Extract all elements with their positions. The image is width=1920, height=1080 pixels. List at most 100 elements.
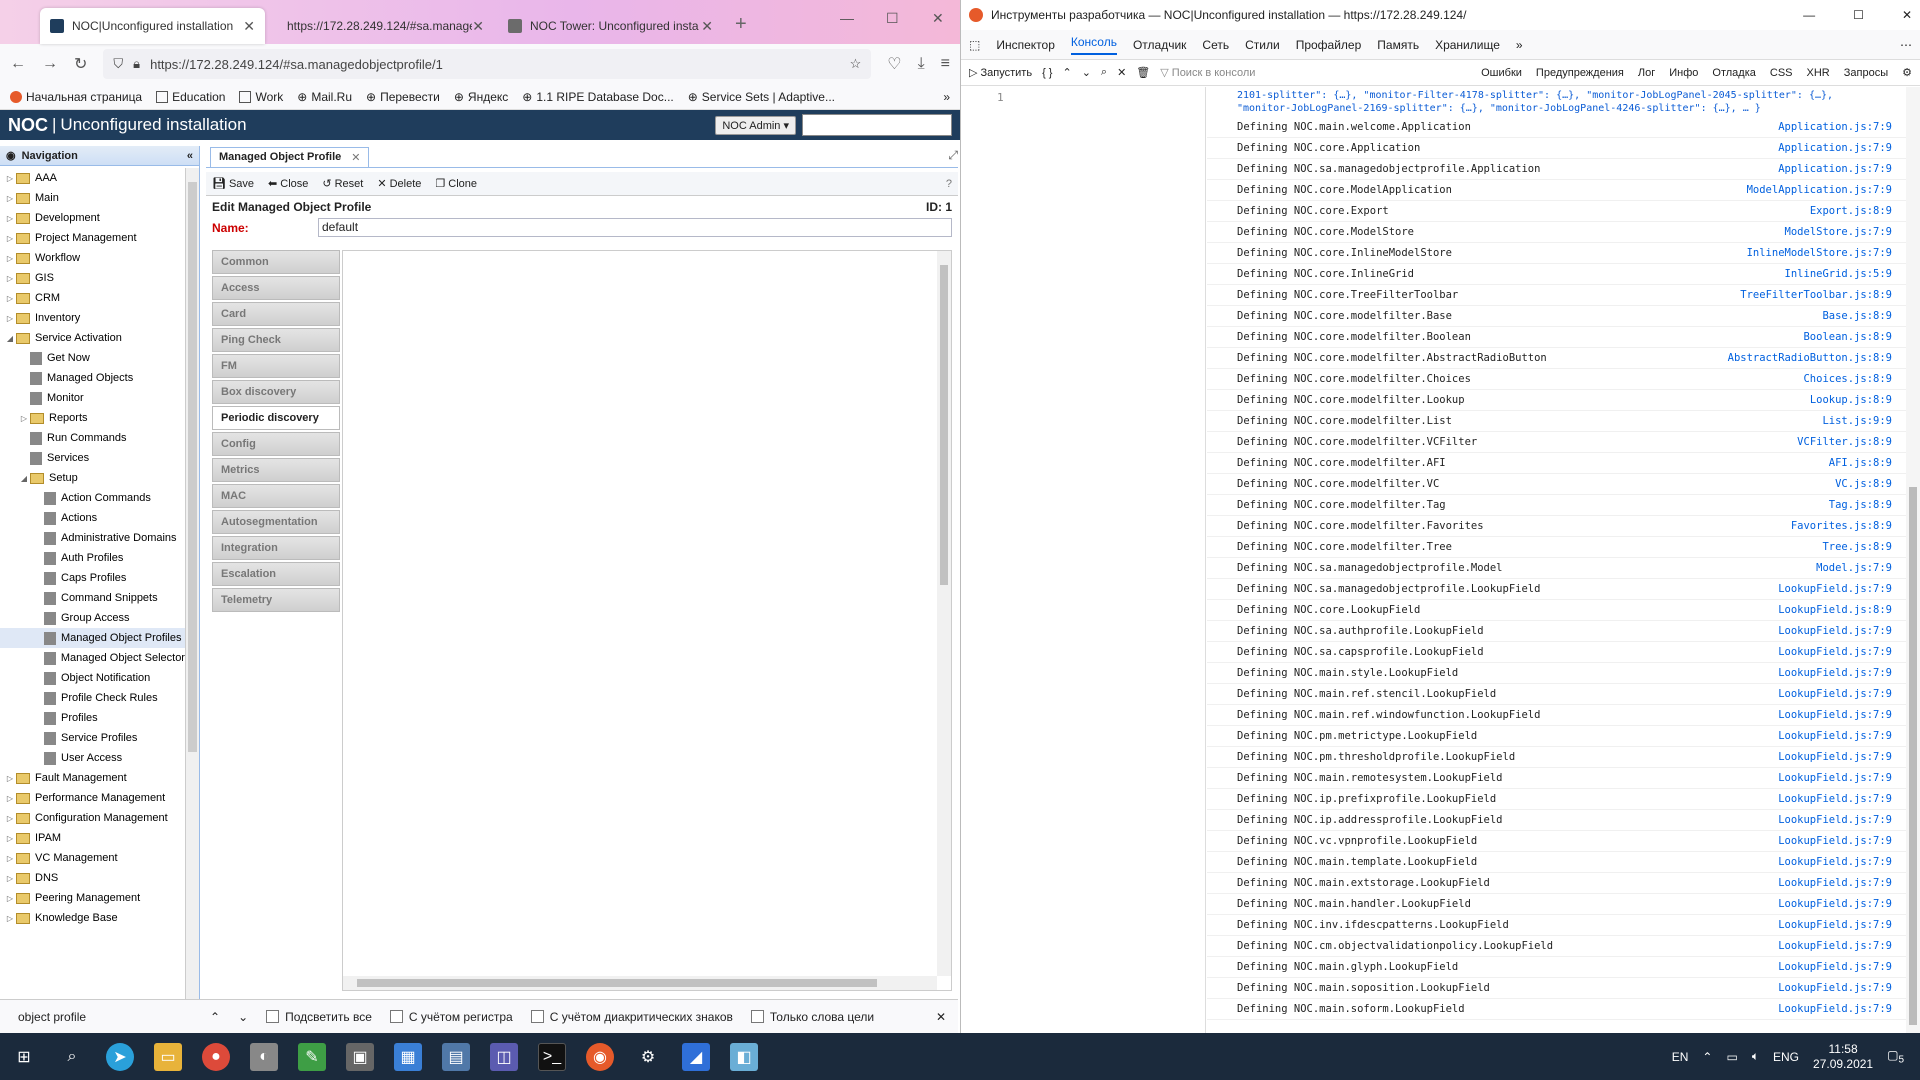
find-prev-icon[interactable]: ⌃ <box>210 1010 220 1024</box>
image-viewer-icon[interactable]: ▣ <box>346 1042 374 1071</box>
tree-item[interactable]: ▷ Configuration Management <box>0 808 185 828</box>
prev-icon[interactable]: ⌃ <box>1062 66 1071 79</box>
name-field[interactable]: default <box>318 218 952 237</box>
section-item[interactable]: Common <box>212 250 340 274</box>
log-source-link[interactable]: VC.js:8:9 <box>1835 478 1892 490</box>
tree-item[interactable]: Object Notification <box>0 668 185 688</box>
download-icon[interactable]: ⤓ <box>918 55 925 73</box>
menu-icon[interactable]: ≡ <box>941 55 950 73</box>
section-item[interactable]: MAC <box>212 484 340 508</box>
devtools-tab[interactable]: Память <box>1377 38 1419 52</box>
notepad-icon[interactable]: ✎ <box>298 1042 326 1071</box>
collapse-icon[interactable]: « <box>187 150 193 162</box>
tree-item[interactable]: Managed Object Profiles <box>0 628 185 648</box>
log-source-link[interactable]: LookupField.js:7:9 <box>1778 961 1892 973</box>
filter-button[interactable]: Лог <box>1634 66 1659 80</box>
log-source-link[interactable]: LookupField.js:7:9 <box>1778 646 1892 658</box>
log-source-link[interactable]: LookupField.js:7:9 <box>1778 877 1892 889</box>
tree-item[interactable]: Action Commands <box>0 488 185 508</box>
log-source-link[interactable]: Application.js:7:9 <box>1778 121 1892 133</box>
filter-button[interactable]: Отладка <box>1708 66 1759 80</box>
notifications-icon[interactable]: ▢5 <box>1887 1048 1904 1065</box>
log-source-link[interactable]: Tree.js:8:9 <box>1822 541 1892 553</box>
network-app-icon[interactable]: ▤ <box>442 1042 470 1071</box>
match-diacritics-checkbox[interactable]: С учётом диакритических знаков <box>530 1010 733 1024</box>
tree-item[interactable]: Profiles <box>0 708 185 728</box>
log-source-link[interactable]: LookupField.js:7:9 <box>1778 751 1892 763</box>
filter-button[interactable]: Предупреждения <box>1532 66 1628 80</box>
log-source-link[interactable]: Tag.js:8:9 <box>1829 499 1892 511</box>
filter-button[interactable]: Ошибки <box>1477 66 1526 80</box>
tree-item[interactable]: Caps Profiles <box>0 568 185 588</box>
close-button[interactable]: ⬅ Close <box>268 177 308 191</box>
devtools-tab[interactable]: Сеть <box>1202 38 1229 52</box>
expand-arrow-icon[interactable]: ▷ <box>4 194 16 203</box>
log-source-link[interactable]: LookupField.js:7:9 <box>1778 1003 1892 1015</box>
tree-item[interactable]: ▷ Peering Management <box>0 888 185 908</box>
bookmark-item[interactable]: ⊕ Яндекс <box>454 90 508 104</box>
bookmark-item[interactable]: ⊕ 1.1 RIPE Database Doc... <box>522 90 673 104</box>
reload-icon[interactable]: ↻ <box>74 54 87 74</box>
section-item[interactable]: Autosegmentation <box>212 510 340 534</box>
pocket-icon[interactable]: ♡ <box>887 54 901 74</box>
log-source-link[interactable]: LookupField.js:7:9 <box>1778 793 1892 805</box>
expand-arrow-icon[interactable]: ▷ <box>4 214 16 223</box>
bookmark-item[interactable]: Начальная страница <box>10 90 142 104</box>
devtools-tab[interactable]: Инспектор <box>996 38 1055 52</box>
tree-item[interactable]: ▷ Main <box>0 188 185 208</box>
section-item[interactable]: Periodic discovery <box>212 406 340 430</box>
section-item[interactable]: Metrics <box>212 458 340 482</box>
log-source-link[interactable]: LookupField.js:7:9 <box>1778 898 1892 910</box>
tree-item[interactable]: ▷ Project Management <box>0 228 185 248</box>
tree-item[interactable]: Service Profiles <box>0 728 185 748</box>
log-source-link[interactable]: LookupField.js:7:9 <box>1778 625 1892 637</box>
maximize-icon[interactable]: ☐ <box>886 10 899 27</box>
log-source-link[interactable]: Base.js:8:9 <box>1822 310 1892 322</box>
close-tab-icon[interactable]: ✕ <box>243 18 255 35</box>
expand-arrow-icon[interactable]: ▷ <box>4 894 16 903</box>
section-item[interactable]: Telemetry <box>212 588 340 612</box>
bookmark-item[interactable]: Education <box>156 90 225 104</box>
whole-words-checkbox[interactable]: Только слова цели <box>750 1010 874 1024</box>
file-explorer-icon[interactable]: ▭ <box>154 1042 182 1071</box>
section-item[interactable]: FM <box>212 354 340 378</box>
tree-item[interactable]: ▷ Development <box>0 208 185 228</box>
volume-icon[interactable]: 🔈︎ <box>1752 1049 1759 1064</box>
devtools-tab[interactable]: Отладчик <box>1133 38 1186 52</box>
lock-icon[interactable]: 🔒︎ <box>133 56 140 72</box>
tree-item[interactable]: Group Access <box>0 608 185 628</box>
tree-item[interactable]: ▷ CRM <box>0 288 185 308</box>
element-picker-icon[interactable]: ⬚ <box>969 38 980 52</box>
expand-arrow-icon[interactable]: ▷ <box>4 174 16 183</box>
section-item[interactable]: Access <box>212 276 340 300</box>
expand-arrow-icon[interactable]: ▷ <box>4 254 16 263</box>
expand-arrow-icon[interactable]: ▷ <box>4 314 16 323</box>
back-icon[interactable]: ← <box>10 55 26 73</box>
tree-item[interactable]: Run Commands <box>0 428 185 448</box>
log-source-link[interactable]: Application.js:7:9 <box>1778 142 1892 154</box>
tree-item[interactable]: Command Snippets <box>0 588 185 608</box>
log-source-link[interactable]: LookupField.js:7:9 <box>1778 667 1892 679</box>
log-source-link[interactable]: LookupField.js:7:9 <box>1778 583 1892 595</box>
expand-arrow-icon[interactable]: ▷ <box>4 914 16 923</box>
log-source-link[interactable]: Boolean.js:8:9 <box>1803 331 1892 343</box>
tree-item[interactable]: ▷ Workflow <box>0 248 185 268</box>
tree-item[interactable]: Get Now <box>0 348 185 368</box>
tree-item[interactable]: Profile Check Rules <box>0 688 185 708</box>
save-button[interactable]: 💾︎ Save <box>212 177 254 191</box>
vm-app-icon[interactable]: ◧ <box>730 1042 758 1071</box>
filter-button[interactable]: Инфо <box>1665 66 1702 80</box>
maximize-icon[interactable]: ☐ <box>1853 8 1864 22</box>
settings-icon[interactable]: ⚙ <box>1902 66 1912 79</box>
url-bar[interactable]: ⛉ 🔒︎ https://172.28.249.124/#sa.managedo… <box>103 49 872 79</box>
tree-item[interactable]: ◢ Setup <box>0 468 185 488</box>
tree-item[interactable]: ▷ Knowledge Base <box>0 908 185 928</box>
tree-item[interactable]: Auth Profiles <box>0 548 185 568</box>
log-source-link[interactable]: InlineGrid.js:5:9 <box>1785 268 1892 280</box>
log-source-link[interactable]: TreeFilterToolbar.js:8:9 <box>1740 289 1892 301</box>
log-object-preview[interactable]: 2101-splitter": {…}, "monitor-Filter-417… <box>1207 87 1906 117</box>
tree-item[interactable]: Managed Objects <box>0 368 185 388</box>
clock[interactable]: 11:58 27.09.2021 <box>1813 1042 1873 1072</box>
more-bookmarks-icon[interactable]: » <box>943 90 950 104</box>
expand-arrow-icon[interactable]: ▷ <box>18 414 30 423</box>
